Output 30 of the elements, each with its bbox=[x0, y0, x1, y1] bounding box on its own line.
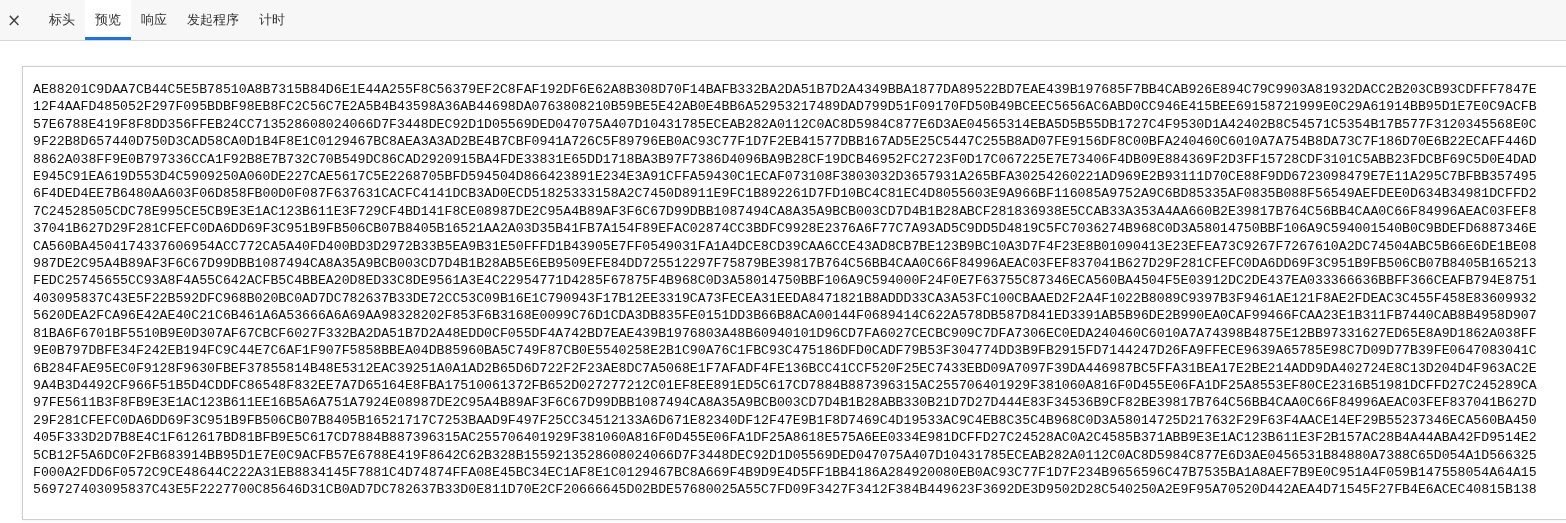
response-text-line: 9F22B8D657440D750D3CAD58CA0D1B4F8E1C0129467BC8AEA3A3AD2BE4B7CBF0941A726C5F89796EB0AC93C77F1D7F2EB41577DBB167AD5E25C5447C255B8AD07FE9156DF8C00BFA240460C6010A7A754B8DA73C7F186D70E6B22ECAFF446D bbox=[33, 133, 1537, 151]
response-text-line: 37041B627D29F281CFEFC0DA6DD69F3C951B9FB506CB07B8405B16521AA2A03D35B41FB7A154F89EFAC02874CC3BDFC9928E2376A6F77C7A93AD5C9DD5D4819C5FC7036274B968C0D3A58014750BBF106A9C594001540B0C9BDEFD6887346E bbox=[33, 220, 1537, 238]
response-text-line: FEDC25745655CC93A8F4A55C642ACFB5C4BBEA20D8ED33C8DE9561A3E4C22954771D4285F67875F4B968C0D3A58014750BBF106A9C594000F24F0E7F63755C87346ECA560BA4504F5E03912DC2DE437EA033366636BBFF366CEAFB794E8751 bbox=[33, 272, 1537, 290]
close-button[interactable]: × bbox=[0, 0, 30, 40]
response-text-line: F000A2FDD6F0572C9CE48644C222A31EB8834145F7881C4D74874FFA08E45BC34EC1AF8E1C0129467BC8A669F4B9D9E4D5FF1BB4186A284920080EB0AC93C77F1D7F234B9656596C47B7535BA1A8AEF7B9E0C951A4F059B147558054A64A15 bbox=[33, 463, 1537, 482]
tab[interactable]: 计时 bbox=[249, 0, 296, 40]
response-text-line: 5CB12F5A6DC0F2FB683914BB95D1E7E0C9ACFB57E6788E419F8642C62B328B1559213528608024066D7F3448DEC92D1D05569DED047075A407D10431785ECEAB282A0112C0AC8D5984C877E6D3AE0456531B84880A7388C65D054A1D566325 bbox=[33, 446, 1537, 464]
response-text-line: 57E6788E419F8F8DD356FFEB24CC713528608024066D7F3448DEC92D1D05569DED047075A407D10431785ECEAB282A0112C0AC8D5984C877E6D3AE04565314EBA5D5B55DB1727C4F9530D1A42402B8C54571C5354B17B577F3120345568E0C bbox=[33, 115, 1537, 134]
response-text-line: AE88201C9DAA7CB44C5E5B78510A8B7315B84D6E1E44A255F8C56379EF2C8FAF192DF6E62A8B308D70F14BAFB332BA2DA51B7D2A4349BBA1877DA89522BD7EAE439B197685F7BB4CAB926E894C79C9903A81932DACC2B203CB93CDFFF7847E bbox=[33, 81, 1537, 99]
tab[interactable]: 响应 bbox=[131, 0, 178, 40]
response-text-line: 5620DEA2FCA96E42AE40C21C6B461A6A53666A6A69AA98328202F853F6B3168E0099C76D1CDA3DB835FE0151DD3B66B8ACA00144F0689414C622A578DB587D841ED3391AB5B96DE2B990EA0CAF99466FCAA23E1B311FB7440CAB8B4958D907 bbox=[33, 307, 1537, 325]
response-text-line: CA560BA4504174337606954ACC772CA5A40FD400BD3D2972B33B5EA9B31E50FFFD1B43905E7FF0549031FA1A4DCE8CD39CAA6CCE43AD8CB7BE123B9BC10A3D7F4F23E8B01090413E23EFEA73C9267F7267610A2DC74504ABC5B66E6DE1BE08 bbox=[33, 237, 1537, 256]
response-text-line: 8862A038FF9E0B797336CCA1F92B8E7B732C70B549DC86CAD2920915BA4FDE33831E65DD1718BA3B97F7386D4096BA9B28CF19DCB46952FC2723F0D17C067225E7E73406F4DB09E884369F2D3FF15728CDF3101C5ABB23FDCBF69C5D0E4DAD bbox=[33, 150, 1537, 169]
response-text-line: 81BA6F6701BF5510B9E0D307AF67CBCF6027F332BA2DA51B7D2A48EDD0CF055DF4A742BD7EAE439B1976803A48B60940101D96CD7FA6027CECBC909C7DFA7306EC0EDA240460C6010A7A74398B4875E12BB97331627ED65E8A9D1862A038FF bbox=[33, 324, 1537, 343]
response-text-line: 6F4DED4EE7B6480AA603F06D858FB00D0F087F637631CACFC4141DCB3AD0ECD51825333158A2C7450D8911E9FC1B892261D7FD10BC4C81EC4D8055603E9A966BF116085A9752A9C6BD85335AF0835B088F56549AEFDEE0D634B34981DCFFD2 bbox=[33, 185, 1537, 203]
response-text-line: 6B284FAE95EC0F9128F9630FBEF37855814B48E5312EAC39251A0A1AD2B65D6D722F2F23AE8DC7A5068E1F7AFADF4FE136BCC41CCF520F25EC7433EBD09A7097F39DA446987BC5FFA31BEA17E2BE214ADD9DA402724E8C13D204D4F963AC2E bbox=[33, 359, 1537, 377]
response-text-line: 29F281CFEFC0DA6DD69F3C951B9FB506CB07B8405B16521717C7253BAAD9F497F25CC34512133A6D671E82340DF12F47E9B1F8D7469C4D19533AC9C4EB8C35C4B968C0D3A58014725D217632F29F63F4AACE14EF29B55237346ECA560BA450 bbox=[33, 411, 1537, 430]
tab[interactable]: 发起程序 bbox=[177, 0, 250, 40]
response-text-line: 12F4AAFD485052F297F095BDBF98EB8FC2C56C7E2A5B4B43598A36AB44698DA0763808210B59BE5E42AB0E4BB6A52953217489DAD799D51F09170FD50B49BCEEC5656AC6ABD0CC946E415BEE69158721999E0C29A61914BB95D1E7E0C9ACFB bbox=[33, 98, 1537, 116]
tab[interactable]: 标头 bbox=[39, 0, 86, 40]
response-text-line: E945C91EA619D553D4C5909250A060DE227CAE5617C5E2268705BFD594504D866423891E234E3A91CFFA59430C1ECAF073108F3803032D3657931A265BFA30254260221AD969E2B93111D70CE88F9DD6723098479E7E11A295C7BFBB357495 bbox=[33, 168, 1537, 186]
response-text-line: 97FE5611B3F8FB9E3E1AC123B611EE16B5A6A751A7924E08987DE2C95A4B89AF3F6C67D99DBB1087494CA8A35A9BCB003CD7D4B1B28ABB330B21D7D27D444E83F34536B9CF82BE39817B764C56BB4CAA0C66F84996AEAC03FEF837041B627D bbox=[33, 394, 1537, 412]
response-text-line: 405F333D2D7B8E4C1F612617BD81BFB9E5C617CD7884B887396315AC255706401929F381060A816F0D455E06FA1DF25A8618E575A6EE0334E981DCFFD27C24528AC0A2C4585B371ABB9E3E1AC123B611E3F2B157AC28B4A44ABA42FD9514E2 bbox=[33, 429, 1537, 447]
response-text-line: 7C24528505CDC78E995CE5CB9E3E1AC123B611E3F729CF4BD141F8CE08987DE2C95A4B89AF3F6C67D99DBB1087494CA8A35A9BCB003CD7D4B1B28ABCF281836938E5CCAB33A353A4AA660B2E39817B764C56BB4CAA0C66F84996AEAC03FEF8 bbox=[33, 202, 1537, 221]
tab[interactable]: 预览 bbox=[85, 0, 132, 40]
response-text-line: 403095837C43E5F22B592DFC968B020BC0AD7DC782637B33DE72CC53C09B16E1C790943F17B12EE3319CA73FECEA31EEDA8471821B8ADDD33CA3A53FC100CBAAED2F2A4F1022B8089C9397B3F9461AE121F8AE2FDEAC3C455F458E83609932 bbox=[33, 289, 1537, 308]
response-text-line: 569727403095837C43E5F2227700C85646D31CB0AD7DC782637B33D0E811D70E2CF20666645D02BDE57680025A55C7FD09F3427F3412F384B449623F3692DE3D9502D28C540250A2E9F95A70520D442AEA4D71545F27FB4E6ACEC40815B138 bbox=[33, 481, 1537, 499]
response-text-line: 987DE2C95A4B89AF3F6C67D99DBB1087494CA8A35A9BCB003CD7D4B1B28AB5E6EB9509EFE84DD725512297F75879BE39817B764C56BB4CAA0C66F84996AEAC03FEF837041B627D29F281CFEFC0DA6DD69F3C951B9FB506CB07B8405B165213 bbox=[33, 255, 1537, 273]
response-text-line: 9A4B3D4492CF966F51B5D4CDDFC86548F832EE7A7D65164E8FBA17510061372FB652D027277212C01EF8EE891ED5C617CD7884B887396315AC255706401929F381060A816F0D455E06FA1DF25A8553EF80CE2316B51981DCFFD27C245289CA bbox=[33, 376, 1537, 395]
response-text-line: 9E0B797DBFE34F242EB194FC9C44E7C6AF1F907F5858BBEA04DB85960BA5C749F87CB0E5540258E2B1C90A76C1FBC93C475186DFD0CADF79B53F304774DD3B9FB2915FD7144247D26FA9FFECE9639A65785E98C7D09D77B39FE0647083041C bbox=[33, 342, 1537, 360]
